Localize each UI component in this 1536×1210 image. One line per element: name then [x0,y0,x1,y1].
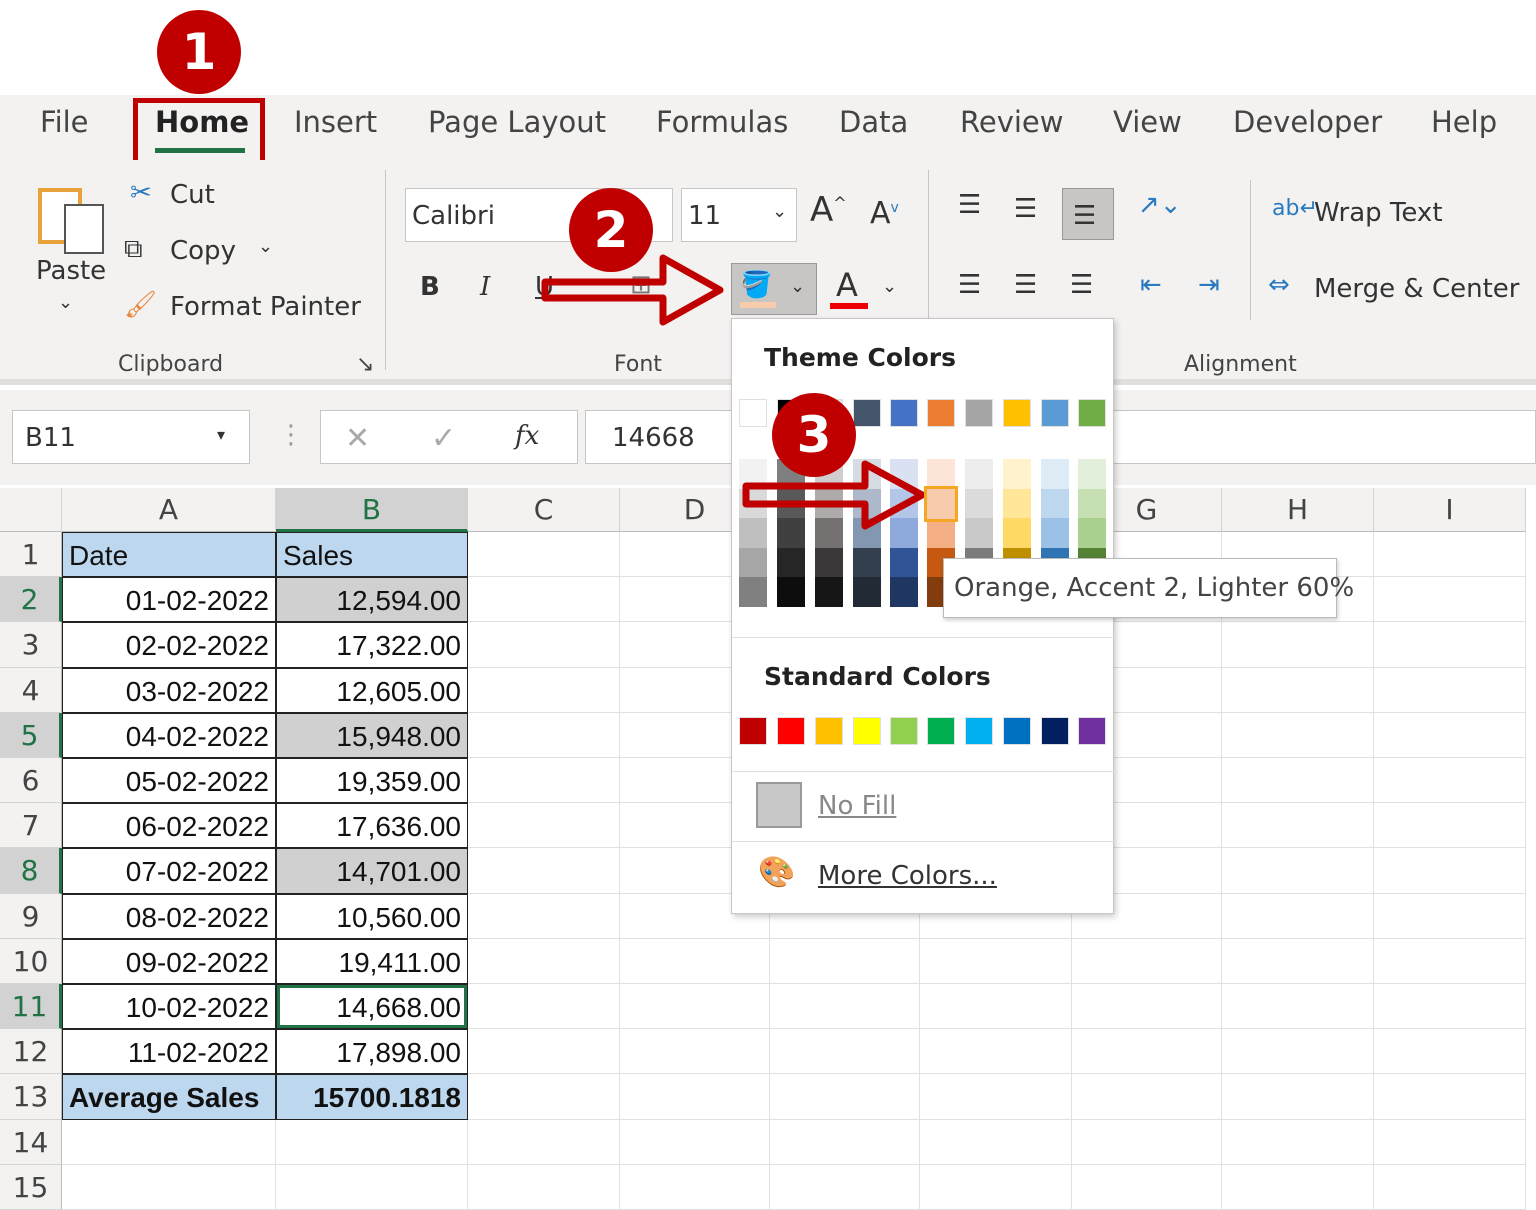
annotation-badge-2: 2 [569,188,653,272]
annotation-badge-3: 3 [772,393,856,477]
hovered-swatch-orange-accent2-lighter60[interactable] [924,485,958,522]
annotation-badge-1: 1 [157,10,241,94]
arrow-2 [541,254,724,326]
arrow-3 [742,460,926,530]
annotation-arrows [541,254,926,530]
